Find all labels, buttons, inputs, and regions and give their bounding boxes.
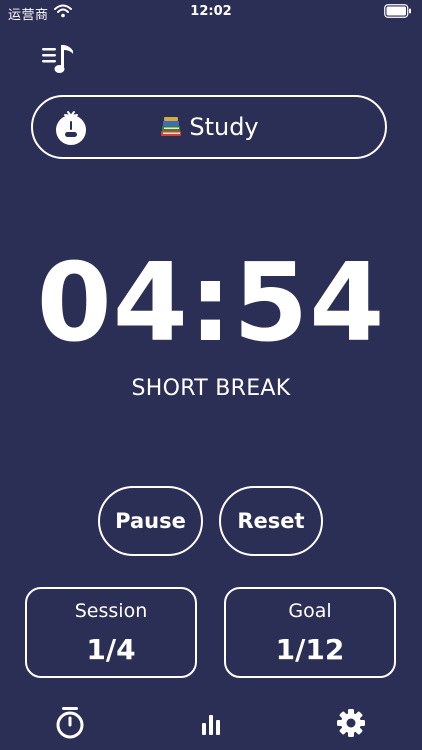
status-time: 12:02 bbox=[190, 4, 232, 19]
pause-button[interactable]: Pause bbox=[98, 486, 203, 556]
battery-icon bbox=[384, 4, 411, 18]
session-card: Session 1/4 bbox=[25, 587, 197, 678]
reset-button[interactable]: Reset bbox=[219, 486, 323, 556]
gear-icon bbox=[337, 709, 365, 737]
timer-display: 04:54 bbox=[36, 241, 386, 366]
tab-stats[interactable] bbox=[194, 706, 228, 740]
books-icon bbox=[161, 117, 182, 136]
tab-settings[interactable] bbox=[334, 706, 368, 740]
session-value: 1/4 bbox=[86, 633, 136, 666]
goal-label: Goal bbox=[288, 600, 332, 622]
tag-label: Study bbox=[189, 113, 259, 141]
session-label: Session bbox=[74, 600, 148, 622]
stopwatch-icon bbox=[56, 707, 84, 739]
status-bar: 运营商 12:02 bbox=[0, 0, 422, 24]
goal-card[interactable]: Goal 1/12 bbox=[224, 587, 396, 678]
timer-mode-label: SHORT BREAK bbox=[131, 376, 291, 401]
tab-bar bbox=[0, 700, 422, 750]
music-list-icon bbox=[42, 45, 73, 73]
tab-timer[interactable] bbox=[53, 706, 87, 740]
tag-selector[interactable]: Study bbox=[31, 95, 387, 159]
goal-value: 1/12 bbox=[275, 633, 345, 666]
bar-chart-icon bbox=[202, 715, 220, 735]
music-button[interactable] bbox=[40, 42, 78, 76]
tag-label-group: Study bbox=[33, 113, 385, 141]
